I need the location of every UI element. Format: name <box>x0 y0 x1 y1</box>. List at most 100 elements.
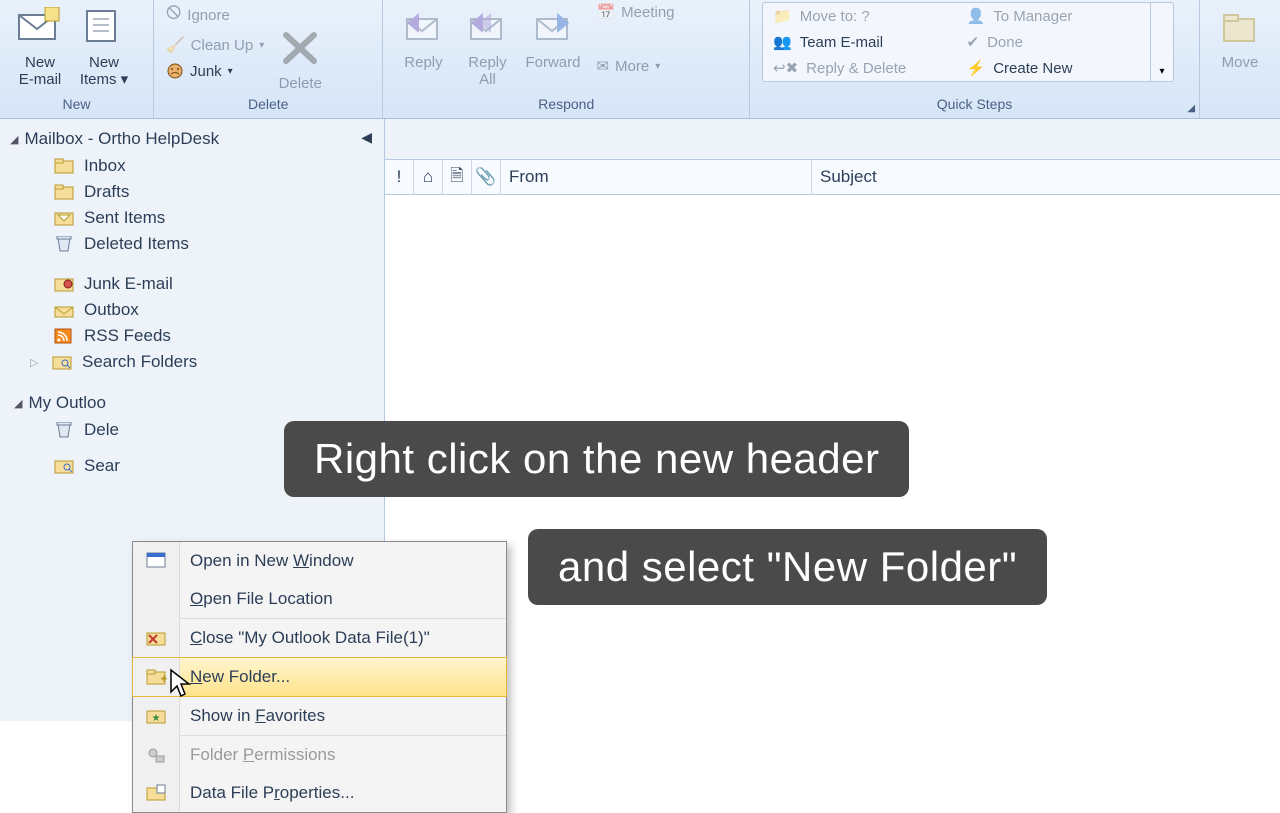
col-reminder[interactable]: ⌂ <box>414 160 443 194</box>
col-attachment[interactable]: 📎 <box>472 160 501 194</box>
col-subject[interactable]: Subject <box>812 160 1280 194</box>
svg-text:★: ★ <box>152 713 161 724</box>
manager-icon: 👤 <box>967 7 986 25</box>
window-icon <box>145 551 167 571</box>
nav-inbox[interactable]: Inbox <box>0 153 384 179</box>
list-columns: ! ⌂ 🗎 📎 From Subject <box>385 160 1280 195</box>
trash-icon <box>54 236 74 252</box>
delete-button[interactable]: Delete <box>268 0 332 96</box>
ctx-show-favorites[interactable]: ★ Show in Favorites <box>133 697 506 735</box>
cleanup-label: Clean Up <box>191 37 254 54</box>
ctx-open-file-location[interactable]: Open File Location <box>133 580 506 618</box>
page-icon: 🗎 <box>450 163 464 192</box>
cursor-icon <box>169 668 193 698</box>
callout-1: Right click on the new header <box>284 421 909 497</box>
more-label: More <box>615 58 649 75</box>
ignore-label: Ignore <box>187 7 230 24</box>
qs-manager[interactable]: 👤To Manager <box>957 3 1151 29</box>
importance-icon: ! <box>397 167 402 187</box>
group-caption-respond: Respond <box>383 96 749 118</box>
nav-sent[interactable]: Sent Items <box>0 205 384 231</box>
search-folder-icon <box>54 458 74 474</box>
quicksteps-gallery[interactable]: 📁Move to: ? 👥Team E-mail ↩✖Reply & Delet… <box>762 2 1174 82</box>
group-caption-new: New <box>0 96 153 118</box>
qs-create[interactable]: ⚡Create New <box>957 55 1151 81</box>
meeting-button[interactable]: 📅 Meeting <box>592 0 678 24</box>
ribbon-group-move: Move <box>1200 0 1280 118</box>
ctx-folder-permissions: Folder Permissions <box>133 736 506 774</box>
group-caption-qs: Quick Steps <box>750 96 1199 118</box>
paperclip-icon: 📎 <box>475 167 496 187</box>
ctx-close-data-file[interactable]: Close "My Outlook Data File(1)" <box>133 619 506 657</box>
nav-deleted[interactable]: Deleted Items <box>0 231 384 257</box>
new-email-button[interactable]: NewE-mail <box>8 0 72 92</box>
junk-folder-icon <box>54 276 74 292</box>
col-importance[interactable]: ! <box>385 160 414 194</box>
cleanup-button[interactable]: 🧹 Clean Up ▾ <box>162 33 268 57</box>
broom-icon: 🧹 <box>166 36 185 54</box>
move-button[interactable]: Move <box>1208 0 1272 75</box>
forward-label: Forward <box>525 54 580 71</box>
ctx-open-new-window[interactable]: Open in New Window <box>133 542 506 580</box>
pst-header[interactable]: ◢ My Outloo <box>8 389 376 417</box>
new-items-button[interactable]: NewItems ▾ <box>72 0 136 92</box>
more-button[interactable]: ✉ More ▾ <box>592 54 678 78</box>
ribbon: NewE-mail NewItems ▾ New 🛇 Ignore 🧹 Clea… <box>0 0 1280 119</box>
new-email-label: NewE-mail <box>19 54 62 88</box>
col-from[interactable]: From <box>501 160 812 194</box>
expand-triangle-icon: ▷ <box>30 356 42 369</box>
mailbox-header[interactable]: ◢ Mailbox - Ortho HelpDesk <box>0 125 384 153</box>
junk-button[interactable]: Junk ▾ <box>162 59 268 83</box>
reminder-icon: ⌂ <box>423 167 433 187</box>
expand-triangle-icon: ◢ <box>10 133 18 146</box>
group-caption-delete: Delete <box>154 96 382 118</box>
nav-junk[interactable]: Junk E-mail <box>0 271 384 297</box>
move-folder-icon <box>1214 2 1266 52</box>
qs-moveto[interactable]: 📁Move to: ? <box>763 3 957 29</box>
ctx-data-file-properties[interactable]: Data File Properties... <box>133 774 506 812</box>
ribbon-group-respond: Reply ReplyAll Forward 📅 Meeting <box>383 0 750 118</box>
forward-icon <box>527 2 579 52</box>
qs-done[interactable]: ✔Done <box>957 29 1151 55</box>
properties-icon <box>145 783 167 803</box>
meeting-label: Meeting <box>621 4 674 21</box>
qs-expand-button[interactable]: ▾ <box>1150 3 1173 81</box>
qs-replydel[interactable]: ↩✖Reply & Delete <box>763 55 957 81</box>
reply-all-label: ReplyAll <box>468 54 506 88</box>
chevron-down-icon: ▾ <box>655 61 660 72</box>
expand-triangle-icon: ◢ <box>14 397 22 410</box>
nav-search-folders[interactable]: ▷ Search Folders <box>0 349 384 375</box>
pst-header-label: My Outloo <box>28 393 105 413</box>
forward-button[interactable]: Forward <box>519 0 586 75</box>
delete-label: Delete <box>279 75 322 92</box>
junk-label: Junk <box>190 63 222 80</box>
ribbon-group-delete: 🛇 Ignore 🧹 Clean Up ▾ Junk ▾ <box>154 0 383 118</box>
reply-button[interactable]: Reply <box>391 0 455 75</box>
sent-icon <box>54 210 74 226</box>
nav-drafts[interactable]: Drafts <box>0 179 384 205</box>
nav-rss[interactable]: RSS Feeds <box>0 323 384 349</box>
move-label: Move <box>1222 54 1259 71</box>
collapse-nav-button[interactable]: ◀ <box>361 129 372 146</box>
permissions-icon <box>145 745 167 765</box>
junk-icon <box>166 62 184 80</box>
ignore-button[interactable]: 🛇 Ignore <box>162 0 268 31</box>
message-list-pane: ! ⌂ 🗎 📎 From Subject <box>385 119 1280 721</box>
favorite-folder-icon: ★ <box>145 706 167 726</box>
chevron-down-icon: ▾ <box>1160 66 1165 77</box>
dialog-launcher-icon[interactable]: ◢ <box>1187 103 1195 114</box>
delete-x-icon <box>274 23 326 73</box>
reply-all-icon <box>461 2 513 52</box>
rss-icon <box>54 328 74 344</box>
col-icon[interactable]: 🗎 <box>443 160 472 194</box>
reply-all-button[interactable]: ReplyAll <box>455 0 519 92</box>
reply-label: Reply <box>404 54 442 71</box>
chevron-down-icon: ▾ <box>228 66 233 77</box>
more-icon: ✉ <box>596 57 609 75</box>
nav-outbox[interactable]: Outbox <box>0 297 384 323</box>
ribbon-group-quicksteps: 📁Move to: ? 👥Team E-mail ↩✖Reply & Delet… <box>750 0 1200 118</box>
new-items-icon <box>78 2 130 52</box>
qs-team[interactable]: 👥Team E-mail <box>763 29 957 55</box>
close-folder-icon <box>145 628 167 648</box>
callout-2: and select "New Folder" <box>528 529 1047 605</box>
